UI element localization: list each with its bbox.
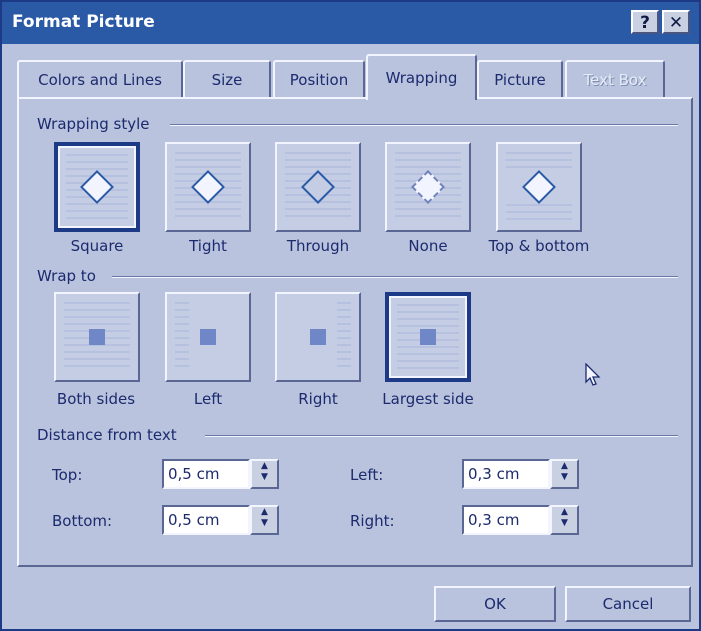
spin-down-icon[interactable]: ▼ [561,518,568,528]
wrap-none-label: None [408,237,448,255]
diamond-icon [522,170,556,204]
wrap-through-button[interactable] [275,142,361,232]
wrap-top-bottom-label: Top & bottom [488,237,590,255]
picture-block-icon [200,329,216,345]
bottom-input[interactable]: 0,5 cm [162,505,250,535]
wrap-left-label: Left [193,390,223,408]
right-spin-buttons[interactable]: ▲ ▼ [550,505,579,535]
top-label: Top: [52,466,83,484]
wrap-tight-button[interactable] [165,142,251,232]
title-bar[interactable]: Format Picture ? ✕ [2,2,699,44]
wrap-tight-label: Tight [189,237,227,255]
spin-down-icon[interactable]: ▼ [261,518,268,528]
wrap-largest-side-label: Largest side [382,390,474,408]
wrap-none-button[interactable] [385,142,471,232]
help-button[interactable]: ? [631,10,659,34]
spin-up-icon[interactable]: ▲ [261,507,268,517]
top-spin-buttons[interactable]: ▲ ▼ [250,459,279,489]
format-picture-dialog: Format Picture ? ✕ Colors and Lines Size… [0,0,701,631]
wrapping-style-heading: Wrapping style [37,115,150,133]
section-divider [112,276,678,278]
left-label: Left: [350,466,384,484]
bottom-label: Bottom: [52,512,113,530]
tab-position[interactable]: Position [273,60,365,98]
tab-size[interactable]: Size [183,60,271,98]
wrap-to-heading: Wrap to [37,267,96,285]
wrap-square-label: Square [70,237,124,255]
right-input[interactable]: 0,3 cm [462,505,550,535]
left-spin-buttons[interactable]: ▲ ▼ [550,459,579,489]
dialog-title: Format Picture [12,12,155,32]
wrap-largest-side-button[interactable] [385,292,471,382]
bottom-spin-buttons[interactable]: ▲ ▼ [250,505,279,535]
ok-button[interactable]: OK [434,586,556,622]
cancel-button[interactable]: Cancel [565,586,691,622]
picture-block-icon [420,329,436,345]
left-input[interactable]: 0,3 cm [462,459,550,489]
section-divider [170,124,678,126]
spin-down-icon[interactable]: ▼ [261,472,268,482]
wrap-square-button[interactable] [54,142,140,232]
top-input[interactable]: 0,5 cm [162,459,250,489]
picture-block-icon [310,329,326,345]
picture-block-icon [89,329,105,345]
bottom-spinner[interactable]: 0,5 cm ▲ ▼ [162,505,279,535]
spin-down-icon[interactable]: ▼ [561,472,568,482]
section-divider [205,435,678,437]
wrap-both-sides-button[interactable] [54,292,140,382]
tab-text-box: Text Box [565,60,665,98]
wrap-right-label: Right [298,390,338,408]
wrap-both-sides-label: Both sides [56,390,136,408]
left-spinner[interactable]: 0,3 cm ▲ ▼ [462,459,579,489]
wrap-through-label: Through [286,237,350,255]
spin-up-icon[interactable]: ▲ [561,461,568,471]
spin-up-icon[interactable]: ▲ [261,461,268,471]
tab-wrapping[interactable]: Wrapping [366,54,477,100]
spin-up-icon[interactable]: ▲ [561,507,568,517]
mouse-pointer-icon [585,363,601,386]
wrap-left-button[interactable] [165,292,251,382]
tab-picture[interactable]: Picture [477,60,563,98]
wrap-right-button[interactable] [275,292,361,382]
wrap-top-bottom-button[interactable] [496,142,582,232]
tab-colors-and-lines[interactable]: Colors and Lines [17,60,183,98]
top-spinner[interactable]: 0,5 cm ▲ ▼ [162,459,279,489]
distance-heading: Distance from text [37,426,177,444]
right-spinner[interactable]: 0,3 cm ▲ ▼ [462,505,579,535]
close-button[interactable]: ✕ [662,10,690,34]
right-label: Right: [350,512,395,530]
